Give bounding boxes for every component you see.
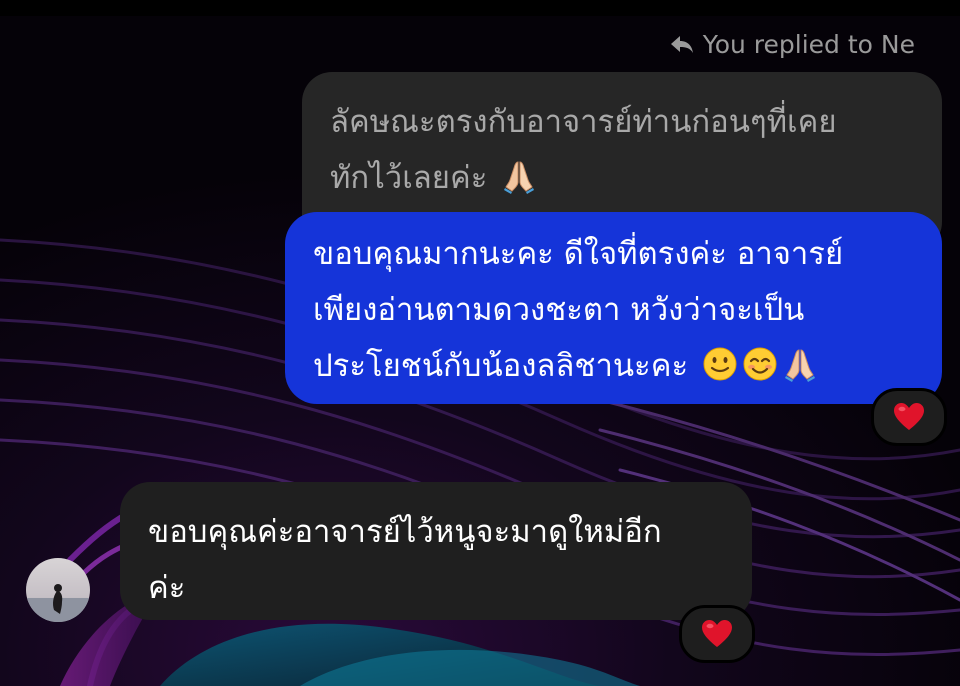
reply-arrow-icon — [670, 35, 693, 53]
received-message-reaction[interactable] — [679, 605, 755, 663]
red-heart-icon — [702, 620, 732, 647]
folded-hands-icon — [784, 349, 815, 382]
reply-indicator: You replied to Ne — [669, 30, 915, 59]
reply-indicator-text: You replied to Ne — [702, 30, 915, 59]
sent-message-line: เพียงอ่านตามดวงชะตา หวังว่าจะเป็น — [313, 292, 805, 328]
sent-message-reaction[interactable] — [871, 388, 947, 446]
slightly-smiling-face-icon — [703, 347, 737, 381]
sent-message-line: ขอบคุณมากนะคะ ดีใจที่ตรงค่ะ อาจารย์ — [313, 236, 844, 272]
received-message-line: ค่ะ — [148, 570, 186, 606]
red-heart-icon — [894, 403, 924, 430]
avatar[interactable] — [26, 558, 90, 622]
contact-avatar-image — [26, 558, 90, 622]
received-message-line: ขอบคุณค่ะอาจารย์ไว้หนูจะมาดูใหม่อีก — [148, 514, 662, 550]
sent-message-line: ประโยชน์กับน้องลลิชานะคะ — [313, 348, 689, 384]
received-message-bubble[interactable]: ขอบคุณค่ะอาจารย์ไว้หนูจะมาดูใหม่อีก ค่ะ — [120, 482, 752, 620]
folded-hands-icon — [504, 161, 535, 194]
chat-screen: You replied to Ne ลัคษณะตรงกับอาจารย์ท่า… — [0, 0, 960, 686]
smiling-face-with-smiling-eyes-icon — [743, 347, 777, 381]
quoted-message-line: ลัคษณะตรงกับอาจารย์ท่านก่อนๆที่เคย — [330, 104, 837, 140]
quoted-message-line: ทักไว้เลยค่ะ — [330, 160, 488, 196]
sent-message-bubble[interactable]: ขอบคุณมากนะคะ ดีใจที่ตรงค่ะ อาจารย์ เพีย… — [285, 212, 942, 404]
